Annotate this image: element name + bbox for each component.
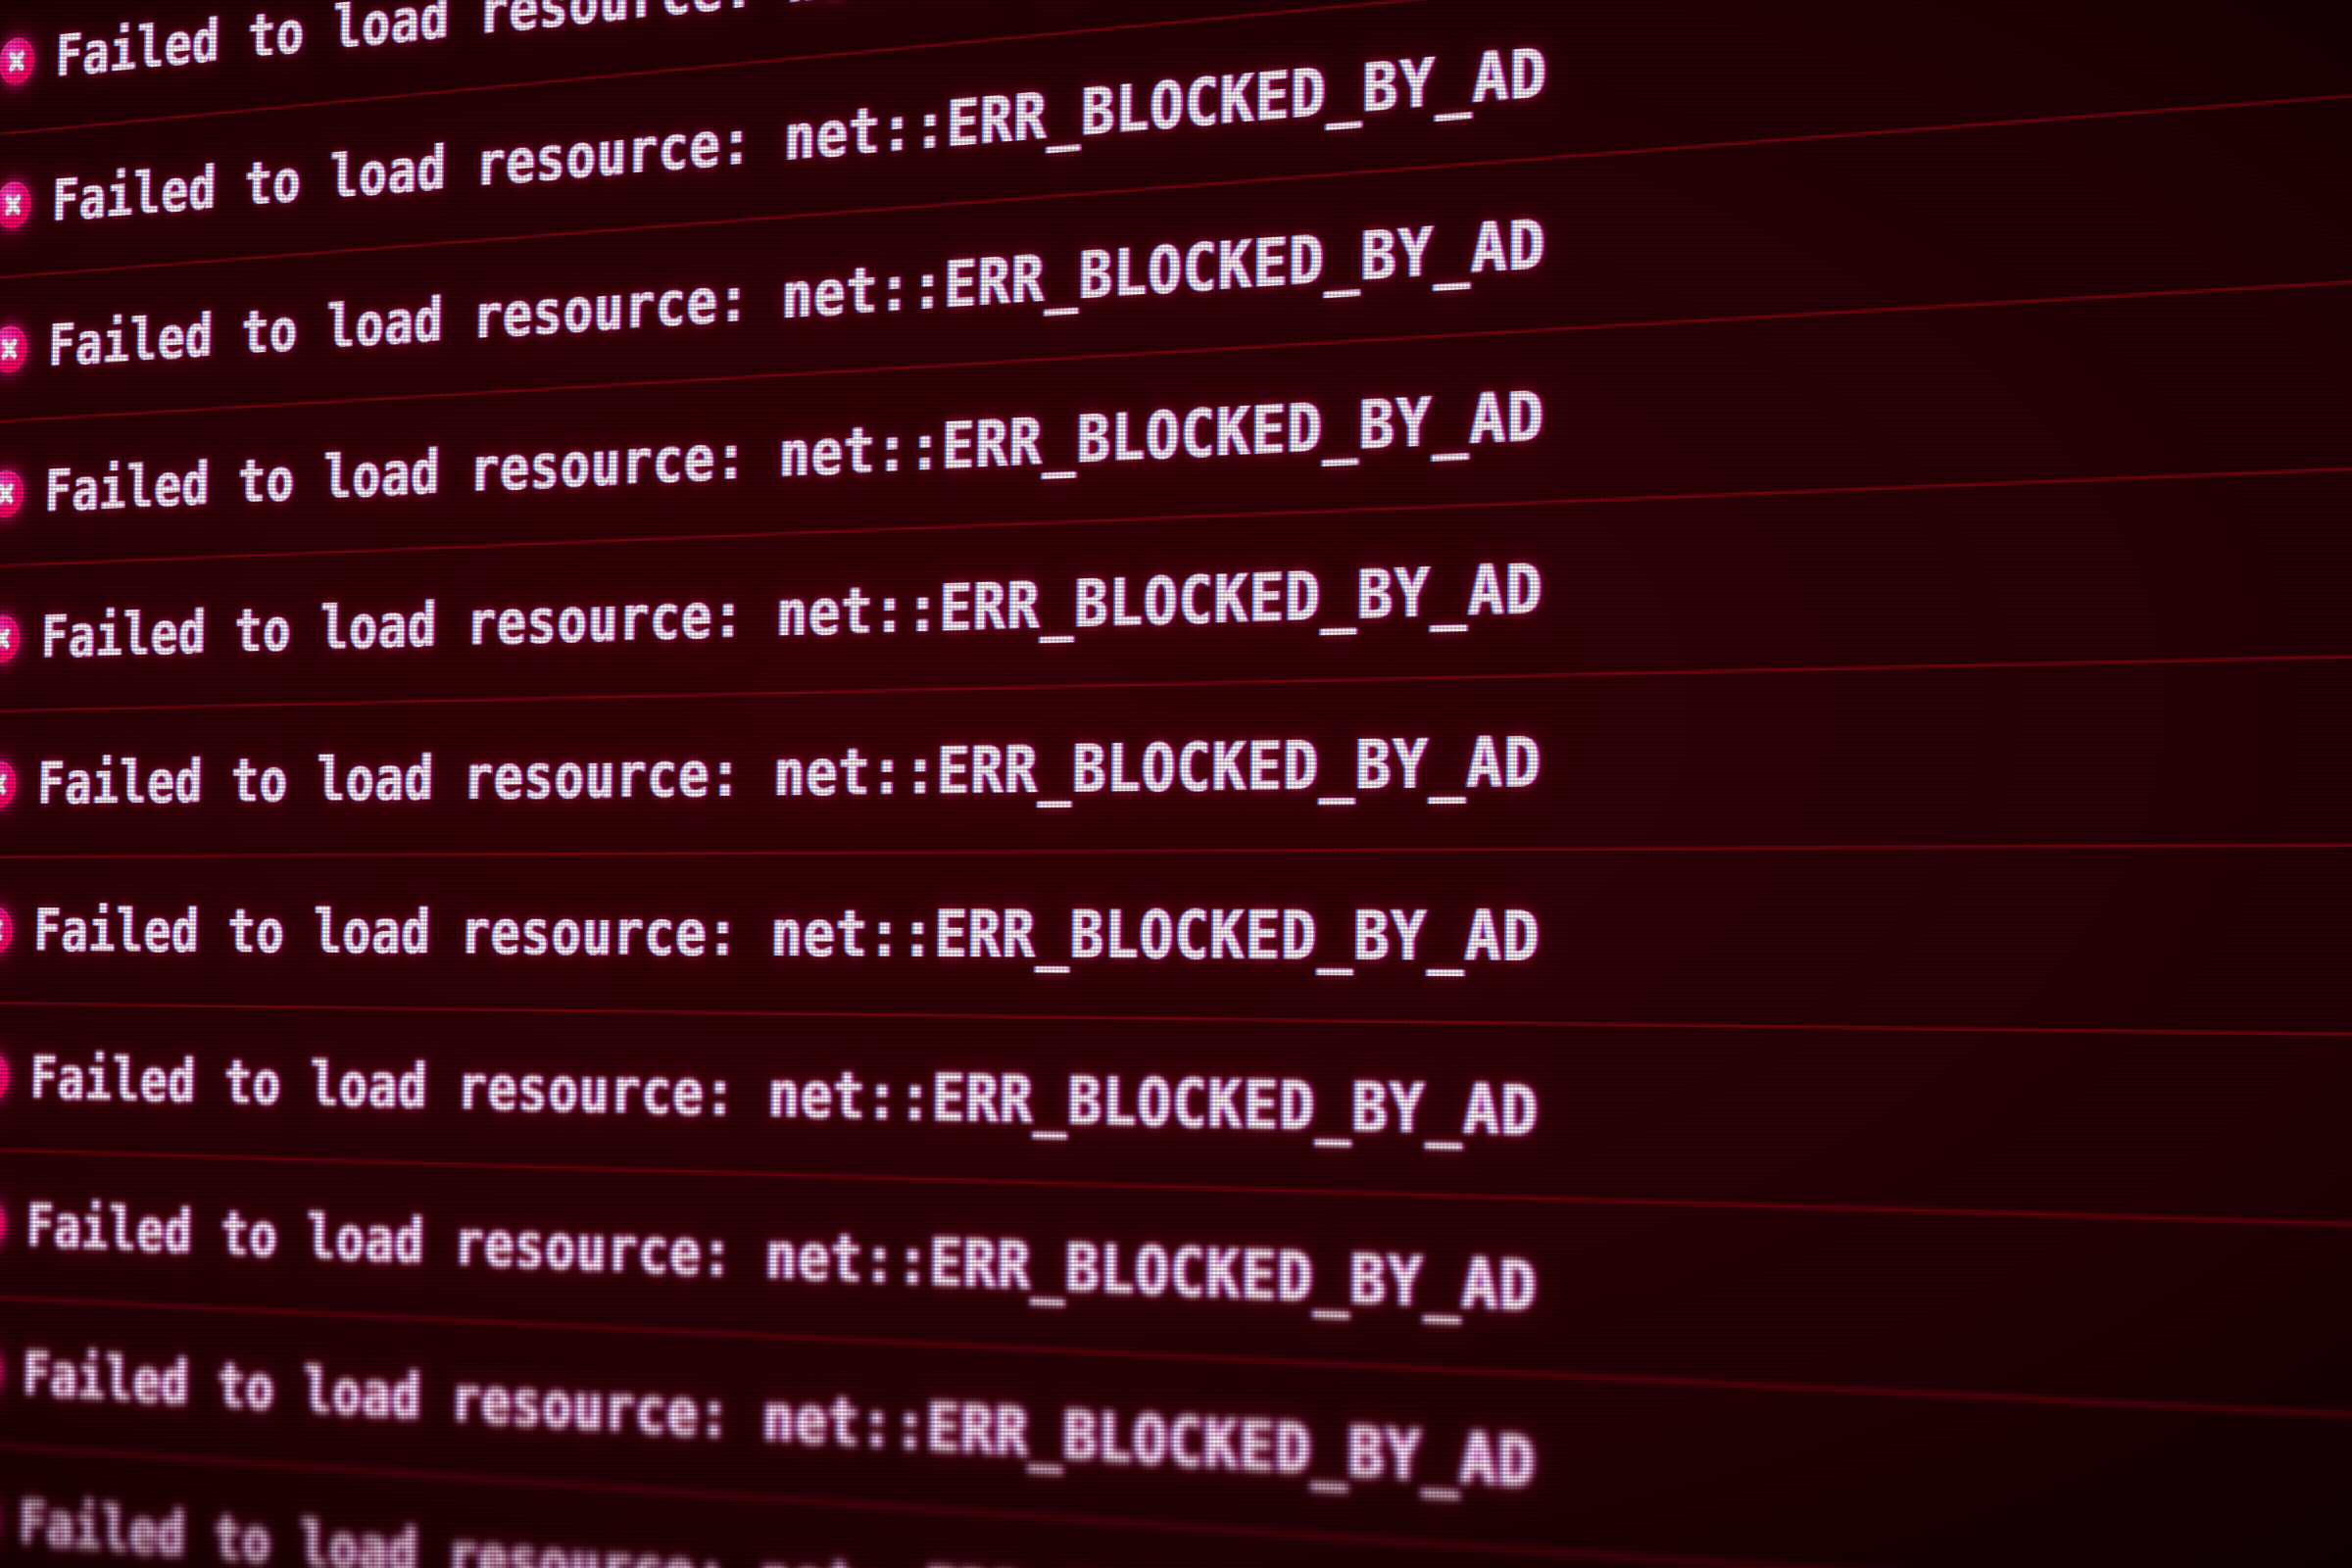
console-error-message: Failed to load resource: net::ERR_BLOCKE… (41, 550, 1544, 671)
error-icon (0, 469, 24, 518)
error-icon (0, 36, 34, 86)
console-error-message: Failed to load resource: net::ERR_BLOCKE… (30, 1044, 1540, 1152)
error-icon (0, 1347, 2, 1396)
error-icon (0, 614, 21, 662)
devtools-console: Failed to load resource: net::ERR_BLOCKE… (0, 0, 2352, 1568)
error-icon (0, 1053, 9, 1101)
error-icon (0, 1200, 6, 1249)
error-icon (0, 760, 17, 808)
error-icon (0, 324, 27, 373)
error-icon (0, 180, 31, 230)
screen-photo: Failed to load resource: net::ERR_BLOCKE… (0, 0, 2352, 1568)
console-error-message: Failed to load resource: net::ERR_BLOCKE… (37, 723, 1543, 818)
console-error-message: Failed to load resource: net::ERR_BLOCKE… (33, 897, 1541, 977)
error-icon (0, 906, 13, 955)
console-error-message: Failed to load resource: net::ERR_BLOCKE… (26, 1192, 1538, 1328)
